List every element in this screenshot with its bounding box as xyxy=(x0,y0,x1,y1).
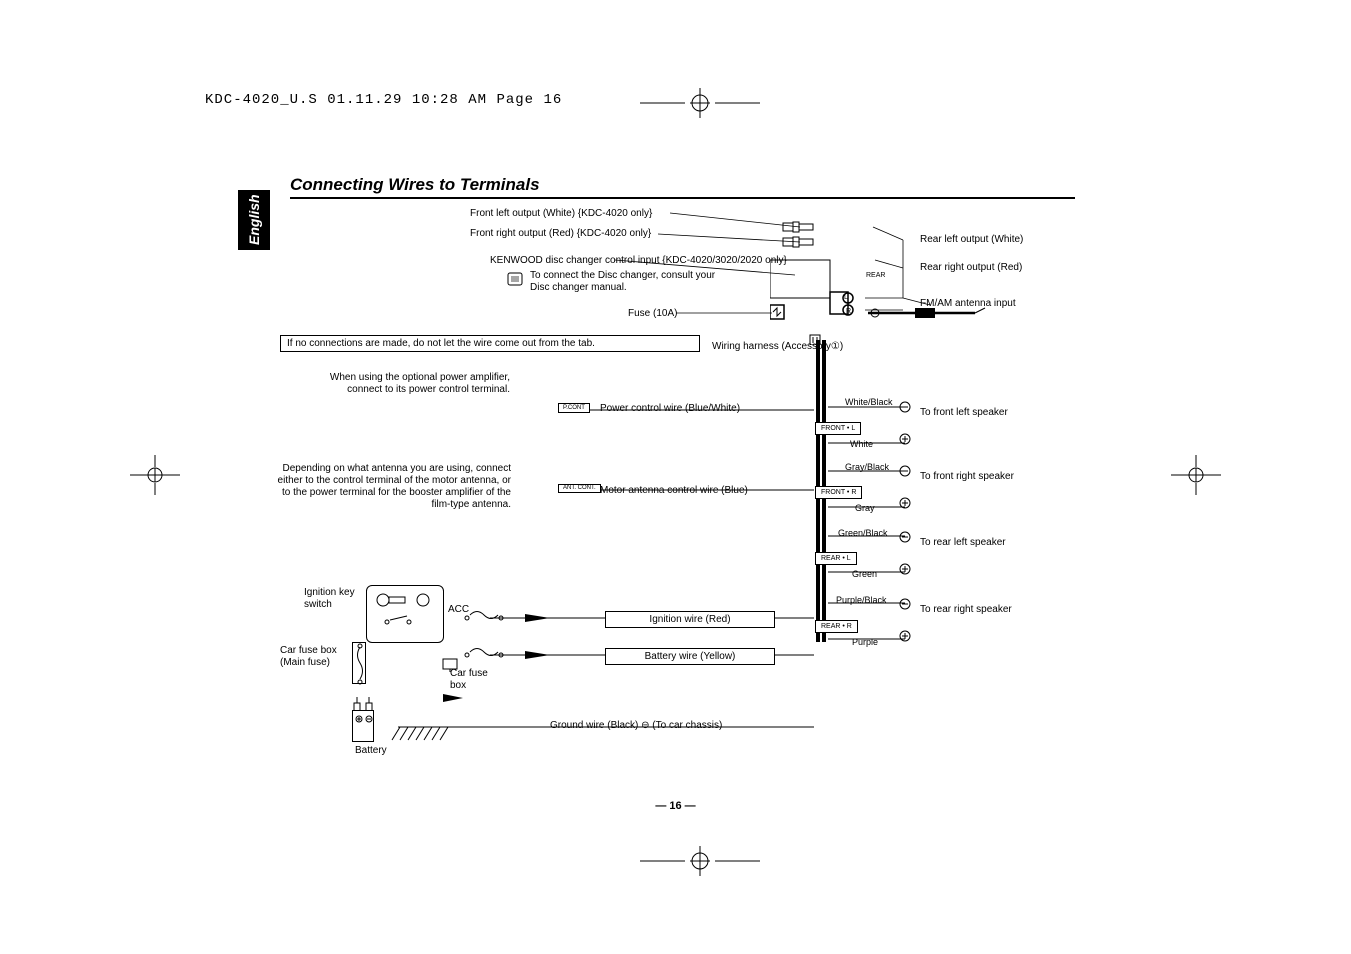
green-label: Green xyxy=(852,569,877,579)
front-right-output-label: Front right output (Red) {KDC-4020 only} xyxy=(470,228,651,239)
rear-tag: REAR xyxy=(866,272,885,279)
fmam-input-label: FM/AM antenna input xyxy=(920,298,1016,309)
gray-label: Gray xyxy=(855,503,875,513)
plus-icon xyxy=(898,432,912,446)
plus-icon-4 xyxy=(898,629,912,643)
battery-terminals-icon xyxy=(352,697,374,711)
main-fuse-icon xyxy=(352,642,366,684)
wiring-diagram: Front left output (White) {KDC-4020 only… xyxy=(270,200,1080,800)
to-front-right-speaker: To front right speaker xyxy=(920,471,1014,483)
rear-right-output-label: Rear right output (Red) xyxy=(920,262,1022,273)
rear-r-box: REAR • R xyxy=(815,620,858,633)
white-black-label: White/Black xyxy=(845,397,893,407)
plus-icon-2 xyxy=(898,496,912,510)
page-title: Connecting Wires to Terminals xyxy=(290,175,1075,199)
page-number: — 16 — xyxy=(655,800,695,812)
minus-icon-4 xyxy=(898,597,912,611)
minus-icon xyxy=(898,400,912,414)
to-front-left-speaker: To front left speaker xyxy=(920,407,1008,419)
battery-label: Battery xyxy=(355,745,387,756)
minus-icon-2 xyxy=(898,464,912,478)
no-connection-note: If no connections are made, do not let t… xyxy=(280,335,700,352)
front-r-box: FRONT • R xyxy=(815,486,862,499)
wiring-harness-label: Wiring harness (Accessory①) xyxy=(712,341,843,353)
motor-antenna-wire-label: Motor antenna control wire (Blue) xyxy=(600,485,748,496)
green-black-label: Green/Black xyxy=(838,528,888,538)
fuse-box-icon xyxy=(442,658,458,672)
battery-icon xyxy=(352,710,374,742)
plus-icon-3 xyxy=(898,562,912,576)
acc-label: ACC xyxy=(448,604,469,615)
manual-icon xyxy=(506,270,526,290)
ground-wire-label: Ground wire (Black) ⊖ (To car chassis) xyxy=(550,720,722,731)
pcont-tag: P.CONT xyxy=(558,403,590,413)
white-label: White xyxy=(850,439,873,449)
to-rear-right-speaker: To rear right speaker xyxy=(920,604,1012,616)
l-tag: L xyxy=(844,294,848,301)
battery-wire-label: Battery wire (Yellow) xyxy=(605,648,775,665)
ignition-box-icon xyxy=(366,585,444,643)
purple-black-label: Purple/Black xyxy=(836,595,887,605)
rear-l-box: REAR • L xyxy=(815,552,857,565)
kenwood-input-label: KENWOOD disc changer control input {KDC-… xyxy=(490,255,787,266)
disc-changer-note: To connect the Disc changer, consult you… xyxy=(530,270,730,294)
antcont-tag: ANT. CONT. xyxy=(558,484,601,493)
amplifier-note: When using the optional power amplifier,… xyxy=(310,372,510,396)
to-rear-left-speaker: To rear left speaker xyxy=(920,537,1006,549)
crop-mark-top-icon xyxy=(640,88,760,118)
purple-label: Purple xyxy=(852,637,878,647)
crop-mark-bottom-icon xyxy=(640,846,760,876)
pcont-wire-label: Power control wire (Blue/White) xyxy=(600,403,740,414)
print-header: KDC-4020_U.S 01.11.29 10:28 AM Page 16 xyxy=(205,92,562,108)
gray-black-label: Gray/Black xyxy=(845,462,889,472)
fuse-label: Fuse (10A) xyxy=(628,308,677,319)
rear-left-output-label: Rear left output (White) xyxy=(920,234,1023,245)
front-left-output-label: Front left output (White) {KDC-4020 only… xyxy=(470,208,652,219)
language-tab: English xyxy=(238,190,270,250)
minus-icon-3 xyxy=(898,530,912,544)
head-unit-icon xyxy=(770,220,940,345)
crop-mark-right-icon xyxy=(1171,455,1221,495)
antenna-note: Depending on what antenna you are using,… xyxy=(273,463,511,511)
front-l-box: FRONT • L xyxy=(815,422,861,435)
ignition-wire-label: Ignition wire (Red) xyxy=(605,611,775,628)
car-fuse-main-label: Car fuse box (Main fuse) xyxy=(280,645,350,669)
r-tag: R xyxy=(846,308,851,315)
crop-mark-left-icon xyxy=(130,455,180,495)
ignition-key-label: Ignition key switch xyxy=(304,587,364,611)
